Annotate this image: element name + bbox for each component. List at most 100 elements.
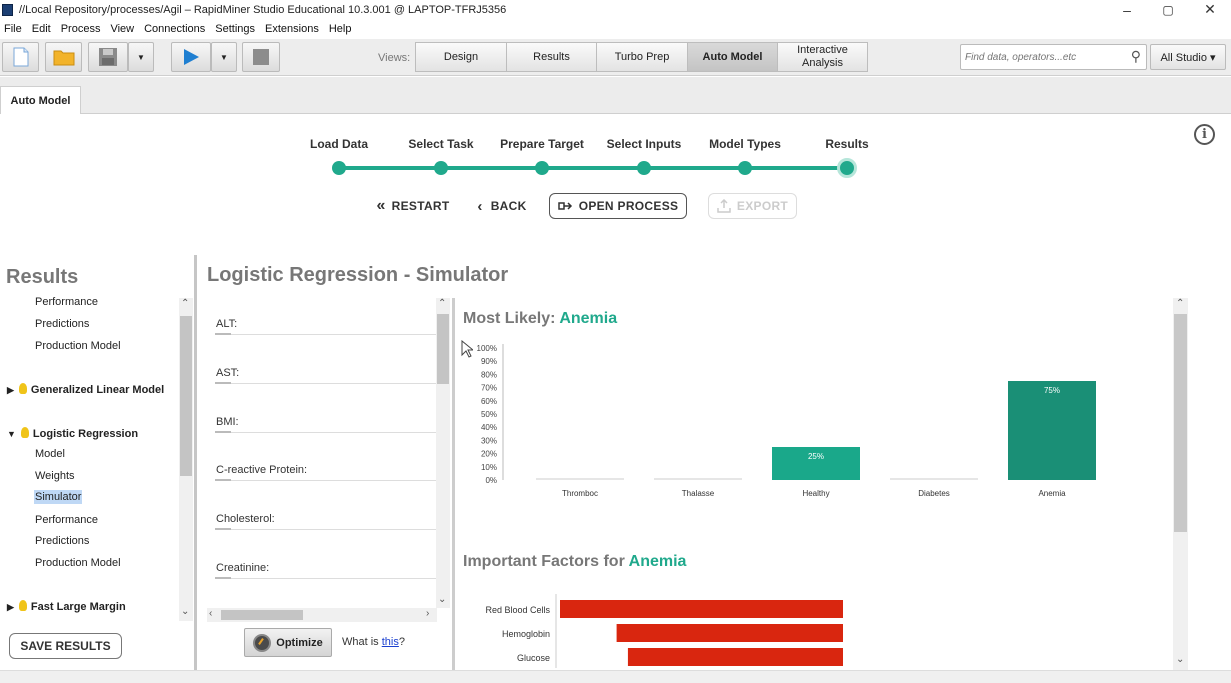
export-button[interactable]: EXPORT [708,193,797,219]
view-results-button[interactable]: Results [506,42,597,72]
step-prepare-target[interactable]: Prepare Target [487,137,597,151]
step-select-inputs[interactable]: Select Inputs [589,137,699,151]
step-dot-results-current[interactable] [837,158,857,178]
menu-process[interactable]: Process [61,23,101,35]
input-slider-ast[interactable] [215,382,440,384]
run-process-button[interactable] [171,42,211,72]
step-dot-model-types[interactable] [738,161,752,175]
input-slider-c-reactive-protein[interactable] [215,479,440,481]
expand-right-icon[interactable]: ▶ [7,602,14,613]
scroll-down-icon[interactable]: ⌄ [1176,654,1184,665]
open-process-wizard-button[interactable]: OPEN PROCESS [549,193,687,219]
view-interactive-analysis-button[interactable]: Interactive Analysis [777,42,868,72]
tab-auto-model[interactable]: Auto Model [0,86,81,114]
scroll-up-icon[interactable]: ⌃ [438,298,446,309]
results-tree-scrollbar[interactable]: ⌃ ⌄ [179,298,193,621]
tree-item-performance[interactable]: Performance [35,514,98,526]
scroll-up-icon[interactable]: ⌃ [181,298,189,309]
tree-group-logistic-regression[interactable]: ▼ Logistic Regression [7,427,138,440]
view-turbo-prep-button[interactable]: Turbo Prep [596,42,688,72]
inputs-horizontal-scrollbar[interactable]: ‹ › [207,608,437,622]
view-design-button[interactable]: Design [415,42,507,72]
scroll-down-icon[interactable]: ⌄ [181,606,189,617]
what-is-this-link[interactable]: this [382,636,399,648]
search-input[interactable] [961,45,1121,69]
maximize-icon[interactable]: ▢ [1148,0,1188,19]
input-slider-bmi[interactable] [215,431,440,433]
tree-item-weights[interactable]: Weights [35,470,75,482]
tree-item-production-model[interactable]: Production Model [35,340,121,352]
most-likely-label: Most Likely: [463,310,560,327]
input-slider-alt[interactable] [215,333,440,335]
step-results[interactable]: Results [792,137,902,151]
save-dropdown-button[interactable]: ▼ [128,42,154,72]
input-label-alt: ALT: [216,318,238,330]
minimize-icon[interactable]: – [1107,0,1147,19]
scrollbar-thumb[interactable] [180,316,192,476]
scrollbar-thumb[interactable] [437,314,449,384]
scroll-left-icon[interactable]: ‹ [209,608,212,619]
stop-icon [253,49,269,65]
open-process-button[interactable] [45,42,82,72]
info-icon[interactable]: i [1194,124,1215,145]
save-results-button[interactable]: SAVE RESULTS [9,633,122,659]
tree-item-performance[interactable]: Performance [35,296,98,308]
restart-button[interactable]: « RESTART [370,193,456,219]
panel-divider[interactable] [194,255,197,670]
results-vertical-scrollbar[interactable]: ⌃ ⌄ [1173,298,1188,670]
tree-item-production-model[interactable]: Production Model [35,557,121,569]
inputs-vertical-scrollbar[interactable]: ⌃ ⌄ [436,298,450,608]
expand-down-icon[interactable]: ▼ [7,429,16,439]
input-slider-cholesterol[interactable] [215,528,440,530]
save-button[interactable] [88,42,128,72]
tree-item-predictions[interactable]: Predictions [35,535,89,547]
close-icon[interactable]: ✕ [1190,0,1230,19]
y-tick-label: 90% [481,357,497,366]
menu-edit[interactable]: Edit [32,23,51,35]
step-dot-select-task[interactable] [434,161,448,175]
step-model-types[interactable]: Model Types [690,137,800,151]
scroll-down-icon[interactable]: ⌄ [438,594,446,605]
scrollbar-thumb[interactable] [1174,314,1187,532]
tree-item-model[interactable]: Model [35,448,65,460]
menu-connections[interactable]: Connections [144,23,205,35]
input-slider-creatinine[interactable] [215,577,440,579]
tree-item-predictions[interactable]: Predictions [35,318,89,330]
tree-group-generalized-linear-model[interactable]: ▶ Generalized Linear Model [7,383,164,396]
tree-item-simulator[interactable]: Simulator [34,490,83,504]
menu-view[interactable]: View [110,23,134,35]
step-dot-load-data[interactable] [332,161,346,175]
menu-help[interactable]: Help [329,23,352,35]
expand-right-icon[interactable]: ▶ [7,385,14,396]
what-is-this-text: What is this? [342,636,405,648]
folder-icon [53,50,74,66]
tree-group-fast-large-margin[interactable]: ▶ Fast Large Margin [7,600,126,613]
step-select-task[interactable]: Select Task [386,137,496,151]
search-scope-dropdown[interactable]: All Studio ▾ [1150,44,1226,70]
step-dot-select-inputs[interactable] [637,161,651,175]
search-icon[interactable]: ⚲ [1131,48,1141,65]
new-process-button[interactable] [2,42,39,72]
results-title: Results [6,266,79,288]
simulator-inputs-pane: ALT: AST: BMI: C-reactive Protein: Chole… [207,298,452,624]
y-tick-label: 10% [481,463,497,472]
stop-process-button[interactable] [242,42,280,72]
y-tick-label: 60% [481,397,497,406]
optimize-button[interactable]: Optimize [244,628,332,657]
run-dropdown-button[interactable]: ▼ [211,42,237,72]
back-button[interactable]: ‹ BACK [472,193,532,219]
menu-file[interactable]: File [4,23,22,35]
simulator-divider[interactable] [452,298,455,670]
scroll-up-icon[interactable]: ⌃ [1176,298,1184,309]
panel-tab-strip: Auto Model [0,77,1231,114]
factor-bar-glucose [627,648,843,666]
step-load-data[interactable]: Load Data [284,137,394,151]
menu-settings[interactable]: Settings [215,23,255,35]
what-is-label: What is [342,636,382,648]
scroll-right-icon[interactable]: › [426,608,429,619]
scrollbar-thumb[interactable] [221,610,303,620]
most-likely-heading: Most Likely: Anemia [463,310,617,328]
menu-extensions[interactable]: Extensions [265,23,319,35]
step-dot-prepare-target[interactable] [535,161,549,175]
view-auto-model-button[interactable]: Auto Model [687,42,778,72]
